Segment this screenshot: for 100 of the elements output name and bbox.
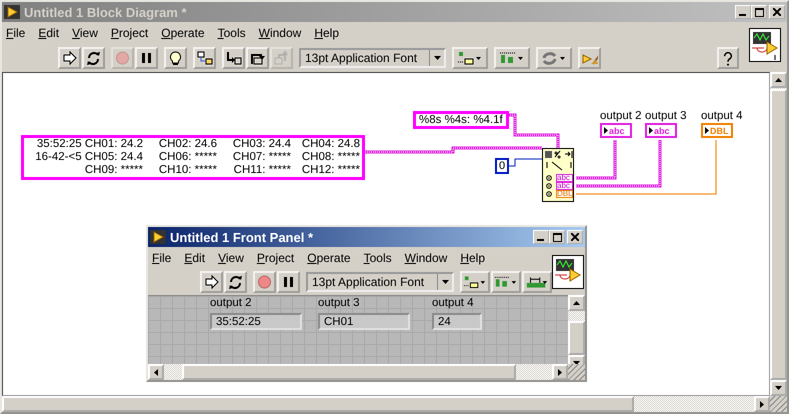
close-button[interactable] [567,230,583,244]
menu-item[interactable]: Window [258,26,302,40]
resize-grip[interactable] [568,364,585,380]
constant-text: CH02: 24.6 [158,138,217,151]
step-into-button[interactable] [222,47,245,69]
menu-item[interactable]: Operate [161,26,205,40]
horizontal-scrollbar[interactable] [148,364,568,380]
run-icon [61,50,78,66]
menu-item[interactable]: Help [314,26,339,40]
font-dropdown[interactable]: 13pt Application Font [306,272,454,292]
align-button[interactable] [460,271,490,293]
indicator-terminal[interactable]: abc [645,123,677,138]
output-terminal: abc [556,174,573,182]
minimize-button[interactable] [533,230,549,244]
string-wire[interactable] [576,140,662,188]
font-dropdown[interactable]: 13pt Application Font [299,48,446,68]
down-arrow-icon[interactable] [775,386,782,390]
indicator-label: output 4 [701,109,743,123]
vi-icon[interactable] [552,255,584,289]
menu-item[interactable]: Edit [184,251,206,265]
left-arrow-icon[interactable] [154,368,158,376]
run-button[interactable] [58,47,81,69]
numeric-wire[interactable] [508,158,542,166]
cleanup-button[interactable] [578,47,601,69]
menu-item[interactable]: Window [404,251,448,265]
menu-item[interactable]: Project [110,26,148,40]
align-icon [463,274,487,290]
step-out-icon [273,50,290,66]
distribute-button[interactable] [494,47,530,69]
distribute-button[interactable] [491,271,521,293]
caret-icon [434,56,440,60]
menu-item[interactable]: File [6,26,26,40]
vertical-scrollbar[interactable] [770,72,787,396]
constant-text: CH04: 24.8 [300,138,360,151]
pause-button[interactable] [277,271,300,293]
indicator-label: output 4 [432,297,475,310]
terminal-dot-icon [546,175,552,181]
light-bulb-icon [167,50,184,66]
menu-item[interactable]: Help [460,251,485,265]
abort-button[interactable] [253,271,276,293]
up-arrow-icon[interactable] [775,78,782,82]
menu-item[interactable]: Tools [364,251,392,265]
up-arrow-icon[interactable] [573,301,580,305]
pause-button[interactable] [135,47,158,69]
reorder-button[interactable] [536,47,572,69]
menu-item[interactable]: Project [256,251,294,265]
align-button[interactable] [452,47,488,69]
maximize-icon [754,8,764,16]
minimize-button[interactable] [735,5,751,19]
menu-item[interactable]: Edit [38,26,60,40]
numeric-constant[interactable]: 0 [495,158,510,174]
caret-icon [442,280,448,284]
highlight-button[interactable] [164,47,187,69]
cycle-arrows-icon [85,50,102,66]
string-wire[interactable] [508,114,560,148]
menu-item[interactable]: View [72,26,98,40]
probe-wire-icon [196,50,213,66]
close-icon [571,233,579,241]
terminal-dot-icon [546,183,552,189]
run-continuous-button[interactable] [224,271,247,293]
constant-text: 16-42-<5 CH05: 24.4 [34,151,143,164]
indicator-label: output 2 [600,109,642,123]
reorder-arrows-icon [541,50,567,66]
run-button[interactable] [200,271,223,293]
resize-button[interactable] [522,271,552,293]
string-indicator: 24 [432,313,482,330]
menu-item[interactable]: File [152,251,172,265]
step-over-button[interactable] [246,47,269,69]
string-constant[interactable]: 35:52:25 CH01: 24.2 CH02: 24.6 CH03: 24.4 CH04: 24.8 16-42-<5 CH05: 24.4 CH06: ***** CH07: ***** CH08: ***** CH09: ***** CH10: ***** CH11: ***** CH12: ***** [21,135,365,180]
horizontal-scrollbar[interactable] [2,396,770,412]
window-title: Untitled 1 Front Panel * [170,230,314,244]
menu-item[interactable]: Operate [307,251,351,265]
down-arrow-icon[interactable] [573,361,580,365]
help-button[interactable] [717,47,739,69]
string-wire[interactable] [364,146,542,154]
constant-text: CH06: ***** [158,151,217,164]
format-string-constant[interactable]: %8s %4s: %4.1f [413,111,509,129]
constant-text: CH07: ***** [232,151,291,164]
maximize-button[interactable] [751,5,767,19]
resize-grip[interactable] [770,396,787,412]
right-arrow-icon[interactable] [558,368,562,376]
run-icon [203,274,220,290]
stop-icon [114,50,131,66]
right-arrow-icon[interactable] [760,400,764,408]
constant-text: CH08: ***** [300,151,360,164]
distribute-icon [499,50,525,66]
indicator-label: output 3 [318,297,361,310]
vertical-scrollbar[interactable] [568,295,585,364]
maximize-button[interactable] [549,230,565,244]
indicator-terminal[interactable]: abc [600,123,632,138]
terminal-dot-icon [546,191,552,197]
menu-item[interactable]: View [218,251,244,265]
output-terminal: abc [556,182,573,190]
menu-item[interactable]: Tools [218,26,246,40]
run-continuous-button[interactable] [82,47,105,69]
string-wire[interactable] [576,140,616,180]
vi-icon[interactable] [749,28,781,62]
retain-button[interactable] [193,47,216,69]
align-icon [457,50,483,66]
close-button[interactable] [769,5,785,19]
